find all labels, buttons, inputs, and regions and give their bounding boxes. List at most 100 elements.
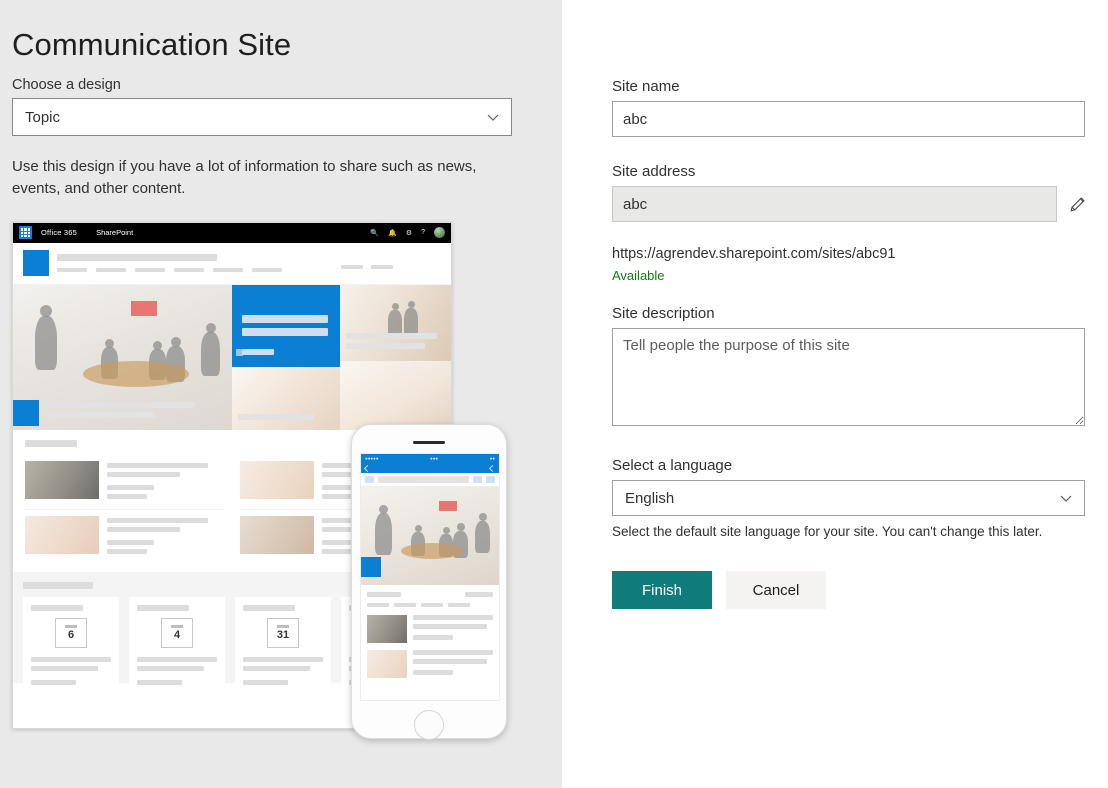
calendar-icon: 31 bbox=[267, 617, 299, 648]
phone-status-bar: ●●●●● ●●● ●● bbox=[361, 453, 499, 464]
design-dropdown[interactable]: Topic bbox=[12, 98, 512, 137]
site-address-input[interactable] bbox=[612, 186, 1057, 222]
mock-line bbox=[31, 656, 111, 662]
hamburger-icon bbox=[365, 475, 374, 483]
mock-month bbox=[277, 624, 289, 628]
mock-suite-brand: Office 365 bbox=[41, 228, 78, 238]
mock-hero-caption bbox=[345, 332, 445, 353]
mock-line bbox=[243, 656, 323, 662]
mock-line bbox=[31, 665, 99, 671]
mock-line bbox=[107, 539, 154, 545]
chevron-down-icon bbox=[1058, 490, 1074, 506]
design-preview-panel: Communication Site Choose a design Topic… bbox=[0, 0, 562, 788]
mock-suite-app: SharePoint bbox=[96, 228, 134, 238]
mock-line bbox=[413, 669, 453, 675]
pencil-icon[interactable] bbox=[1067, 193, 1089, 215]
mock-line bbox=[413, 614, 493, 620]
mock-tag bbox=[448, 602, 470, 607]
mock-table bbox=[83, 360, 189, 387]
mock-suite-actions: 🔍 🔔 ⚙ ? bbox=[370, 227, 445, 239]
site-name-input[interactable] bbox=[612, 101, 1085, 137]
mock-line bbox=[137, 604, 189, 611]
mock-person bbox=[201, 331, 220, 376]
site-address-label: Site address bbox=[612, 163, 696, 180]
mock-line bbox=[107, 548, 147, 554]
calendar-icon: 4 bbox=[161, 617, 193, 648]
forward-arrow-icon bbox=[488, 464, 497, 472]
mock-line bbox=[107, 484, 154, 490]
mock-nav-item bbox=[213, 268, 243, 273]
mock-person bbox=[415, 524, 422, 532]
site-address-row bbox=[612, 186, 1108, 222]
mock-site-header bbox=[13, 242, 451, 285]
mock-person bbox=[407, 300, 415, 308]
mock-table bbox=[401, 542, 463, 559]
mock-section-heading bbox=[23, 581, 93, 589]
mock-person bbox=[391, 302, 399, 310]
mock-tile-author bbox=[242, 348, 274, 355]
chevron-down-icon bbox=[485, 109, 501, 125]
avatar bbox=[434, 227, 445, 239]
mock-line bbox=[243, 604, 295, 611]
mock-event-card: 31 bbox=[235, 596, 331, 685]
mock-person bbox=[443, 526, 450, 534]
mock-header-action bbox=[341, 264, 363, 269]
phone-carrier: ●●●●● bbox=[365, 456, 379, 462]
language-hint: Select the default site language for you… bbox=[612, 524, 1043, 539]
mock-line bbox=[107, 517, 208, 523]
mock-hero-photo-main bbox=[13, 284, 232, 430]
mock-news-thumbnail bbox=[367, 649, 407, 678]
mock-month bbox=[65, 624, 77, 628]
phone-search-bar bbox=[361, 472, 499, 487]
finish-button[interactable]: Finish bbox=[612, 571, 712, 609]
mock-tile-line bbox=[242, 314, 328, 323]
mock-caption-line bbox=[45, 411, 155, 418]
site-description-textarea[interactable] bbox=[612, 328, 1085, 426]
mock-hero-accent bbox=[439, 500, 457, 511]
mock-nav-item bbox=[57, 268, 87, 273]
bell-icon: 🔔 bbox=[388, 229, 397, 237]
mock-line bbox=[243, 665, 311, 671]
status-badge: Available bbox=[612, 268, 665, 283]
mock-suite-bar: Office 365 SharePoint 🔍 🔔 ⚙ ? bbox=[13, 222, 451, 243]
mock-tag bbox=[394, 602, 416, 607]
cancel-button[interactable]: Cancel bbox=[726, 571, 826, 609]
mock-header-action bbox=[371, 264, 393, 269]
calendar-icon: 6 bbox=[55, 617, 87, 648]
mock-hero-accent bbox=[131, 300, 157, 316]
mock-hero-photo bbox=[339, 284, 451, 361]
mock-site-title-placeholder bbox=[57, 254, 217, 262]
mock-hero-middle-column bbox=[232, 284, 340, 430]
search-input[interactable] bbox=[378, 475, 469, 483]
mock-caption-line bbox=[345, 332, 438, 339]
mock-line bbox=[413, 658, 487, 664]
mock-person bbox=[40, 304, 52, 317]
language-dropdown[interactable]: English bbox=[612, 480, 1085, 516]
mock-line bbox=[243, 679, 288, 685]
phone-speaker bbox=[413, 440, 445, 444]
mock-news-text bbox=[107, 516, 224, 558]
mock-nav-item bbox=[135, 268, 165, 273]
mock-line bbox=[107, 493, 147, 499]
mock-hero-badge bbox=[13, 399, 39, 426]
mock-person bbox=[403, 307, 418, 336]
waffle-icon bbox=[19, 226, 32, 240]
search-icon bbox=[473, 475, 482, 483]
search-icon: 🔍 bbox=[370, 229, 380, 237]
design-dropdown-value: Topic bbox=[25, 108, 61, 126]
event-date: 4 bbox=[173, 628, 181, 641]
mock-person bbox=[475, 520, 490, 553]
mock-hero-badge bbox=[361, 556, 381, 577]
mock-tag bbox=[367, 602, 389, 607]
create-site-page: Communication Site Choose a design Topic… bbox=[0, 0, 1108, 788]
language-dropdown-value: English bbox=[625, 489, 675, 507]
mock-news-text bbox=[107, 461, 224, 503]
mock-tag bbox=[421, 602, 443, 607]
mock-nav-item bbox=[174, 268, 204, 273]
phone-time: ●●● bbox=[430, 456, 439, 462]
mock-line bbox=[413, 623, 487, 629]
mock-line bbox=[107, 471, 180, 477]
mock-line bbox=[465, 591, 493, 597]
mock-site-header-right bbox=[341, 258, 441, 269]
phone-screen: ●●●●● ●●● ●● bbox=[360, 452, 500, 701]
